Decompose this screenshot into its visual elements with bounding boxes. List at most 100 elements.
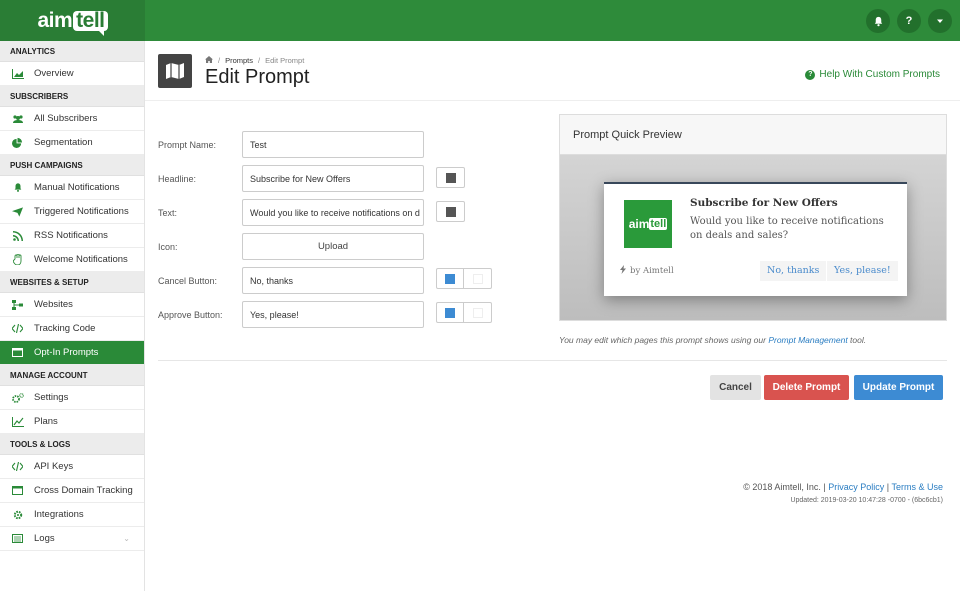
sidebar-item-opt-in-prompts[interactable]: Opt-In Prompts — [0, 341, 144, 365]
sidebar-item-triggered-notifications[interactable]: Triggered Notifications — [0, 200, 144, 224]
approve-button-label: Approve Button: — [158, 309, 223, 320]
text-row: Text: Would you like to receive notifica… — [158, 199, 424, 226]
cogs-icon — [11, 392, 24, 403]
help-icon[interactable]: ? — [897, 9, 921, 33]
chevron-down-icon[interactable]: ⌄ — [123, 534, 130, 543]
sidebar-item-plans[interactable]: Plans — [0, 410, 144, 434]
hand-icon — [11, 254, 24, 265]
sidebar-item-label: Settings — [34, 392, 69, 403]
brand-logo[interactable]: aim tell — [0, 0, 145, 41]
list-icon — [11, 533, 24, 544]
sidebar-item-label: Logs — [34, 533, 55, 544]
preview-stage: aim tell Subscribe for New Offers Would y… — [560, 155, 946, 320]
sidebar-item-welcome-notifications[interactable]: Welcome Notifications — [0, 248, 144, 272]
updated-text: Updated: 2019-03-20 10:47:28 -0700 - (6b… — [790, 497, 943, 504]
brand-wordmark: aim tell — [37, 9, 108, 36]
prompt-cancel-button[interactable]: No, thanks — [760, 261, 827, 281]
prompt-preview-box: aim tell Subscribe for New Offers Would y… — [604, 182, 907, 296]
breadcrumb-prompts[interactable]: Prompts — [225, 56, 253, 65]
cancel-button-row: Cancel Button: No, thanks — [158, 267, 424, 294]
sidebar-item-integrations[interactable]: Integrations — [0, 503, 144, 527]
sidebar-item-cross-domain-tracking[interactable]: Cross Domain Tracking — [0, 479, 144, 503]
color-swatch — [445, 206, 456, 217]
color-swatch — [472, 307, 483, 318]
sidebar-item-rss-notifications[interactable]: RSS Notifications — [0, 224, 144, 248]
brand-name-bubble: tell — [73, 10, 108, 36]
cancel-button[interactable]: Cancel — [710, 375, 761, 400]
prompt-by-line: by Aimtell — [620, 265, 674, 277]
sidebar-item-websites[interactable]: Websites — [0, 293, 144, 317]
sidebar-item-label: Manual Notifications — [34, 182, 120, 193]
sidebar-item-overview[interactable]: Overview — [0, 62, 144, 86]
privacy-policy-link[interactable]: Privacy Policy — [828, 482, 884, 492]
help-custom-prompts-link[interactable]: ? Help With Custom Prompts — [805, 69, 940, 80]
cancel-fg-color-picker[interactable] — [464, 268, 492, 289]
approve-button-text-input[interactable]: Yes, please! — [242, 301, 424, 328]
text-label: Text: — [158, 207, 178, 218]
preview-note-prefix: You may edit which pages this prompt sho… — [559, 335, 769, 345]
terms-link[interactable]: Terms & Use — [891, 482, 943, 492]
update-prompt-button[interactable]: Update Prompt — [854, 375, 943, 400]
bolt-icon — [620, 265, 626, 277]
caret-down-icon[interactable] — [928, 9, 952, 33]
sidebar-section-push-campaigns: PUSH CAMPAIGNS — [0, 155, 144, 176]
sidebar-item-label: Segmentation — [34, 137, 93, 148]
color-swatch — [445, 307, 455, 318]
sidebar-item-label: Websites — [34, 299, 73, 310]
prompt-brand-logo: aim tell — [624, 200, 672, 248]
sidebar-item-manual-notifications[interactable]: Manual Notifications — [0, 176, 144, 200]
sidebar-item-label: All Subscribers — [34, 113, 98, 124]
line-chart-icon — [11, 416, 24, 427]
sidebar-section-tools-logs: TOOLS & LOGS — [0, 434, 144, 455]
rss-icon — [11, 230, 24, 241]
page-title: Edit Prompt — [205, 66, 310, 88]
breadcrumb: / Prompts / Edit Prompt — [205, 56, 304, 65]
headline-label: Headline: — [158, 173, 197, 184]
cancel-button-text-input[interactable]: No, thanks — [242, 267, 424, 294]
sitemap-icon — [11, 299, 24, 310]
color-swatch — [445, 172, 456, 183]
cog-icon — [11, 509, 24, 520]
preview-note-suffix: tool. — [847, 335, 867, 345]
prompt-name-row: Prompt Name: Test — [158, 131, 424, 158]
page-header: / Prompts / Edit Prompt Edit Prompt ? He… — [145, 41, 960, 101]
sidebar-item-label: Welcome Notifications — [34, 254, 128, 265]
text-color-picker[interactable] — [436, 201, 465, 222]
sidebar-item-label: Cross Domain Tracking — [34, 485, 133, 496]
sidebar-item-logs[interactable]: Logs ⌄ — [0, 527, 144, 551]
sidebar-section-websites-setup: WEBSITES & SETUP — [0, 272, 144, 293]
sidebar-item-label: Overview — [34, 68, 74, 79]
sidebar-item-label: RSS Notifications — [34, 230, 108, 241]
cancel-button-color-pickers — [436, 268, 492, 289]
icon-label: Icon: — [158, 241, 178, 252]
sidebar-item-settings[interactable]: Settings — [0, 386, 144, 410]
prompt-name-label: Prompt Name: — [158, 139, 217, 150]
sidebar-item-segmentation[interactable]: Segmentation — [0, 131, 144, 155]
footer-links: © 2018 Aimtell, Inc. | Privacy Policy | … — [743, 482, 943, 492]
prompt-logo-prefix: aim — [628, 217, 650, 231]
prompt-text: Would you like to receive notifications … — [690, 216, 884, 241]
approve-fg-color-picker[interactable] — [464, 302, 492, 323]
users-icon — [11, 113, 24, 124]
pie-chart-icon — [11, 137, 24, 148]
sidebar-item-tracking-code[interactable]: Tracking Code — [0, 317, 144, 341]
sidebar-item-label: Integrations — [34, 509, 84, 520]
sidebar-section-subscribers: SUBSCRIBERS — [0, 86, 144, 107]
bell-icon[interactable] — [866, 9, 890, 33]
headline-color-picker[interactable] — [436, 167, 465, 188]
window-icon — [11, 347, 24, 358]
sidebar-item-all-subscribers[interactable]: All Subscribers — [0, 107, 144, 131]
prompt-management-link[interactable]: Prompt Management — [768, 335, 847, 345]
delete-prompt-button[interactable]: Delete Prompt — [764, 375, 849, 400]
cancel-bg-color-picker[interactable] — [436, 268, 464, 289]
prompt-approve-button[interactable]: Yes, please! — [827, 261, 898, 281]
home-icon[interactable] — [205, 56, 213, 65]
prompt-name-input[interactable]: Test — [242, 131, 424, 158]
upload-button[interactable]: Upload — [242, 233, 424, 260]
headline-input[interactable]: Subscribe for New Offers — [242, 165, 424, 192]
color-swatch — [472, 273, 483, 284]
text-input[interactable]: Would you like to receive notifications … — [242, 199, 424, 226]
approve-bg-color-picker[interactable] — [436, 302, 464, 323]
sidebar-item-api-keys[interactable]: API Keys — [0, 455, 144, 479]
cancel-button-label: Cancel Button: — [158, 275, 218, 286]
